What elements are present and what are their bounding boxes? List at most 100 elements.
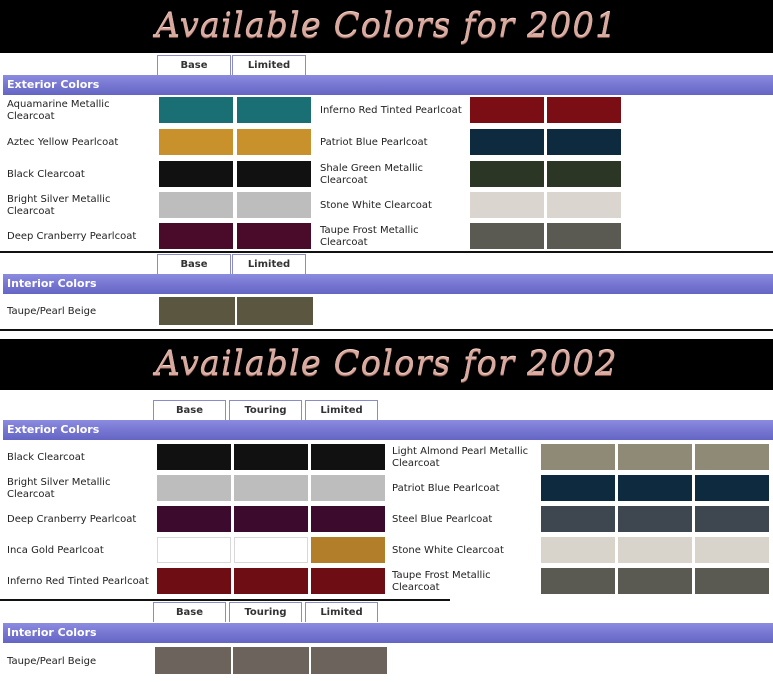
color-name: Inferno Red Tinted Pearlcoat [7,576,149,587]
tab-base-interior[interactable]: Base [153,602,226,622]
color-swatch[interactable] [311,475,385,501]
color-swatch[interactable] [311,506,385,532]
color-swatch[interactable] [470,129,544,155]
color-swatch[interactable] [470,161,544,187]
color-swatch[interactable] [157,537,231,563]
color-name-label: Black Clearcoat [7,445,155,471]
color-swatch[interactable] [234,475,308,501]
tab-base-interior[interactable]: Base [157,254,231,274]
color-swatch[interactable] [470,97,544,123]
color-swatch[interactable] [237,97,311,123]
color-name-label: Taupe Frost Metallic Clearcoat [392,569,540,595]
color-swatch[interactable] [237,192,311,218]
color-swatch[interactable] [157,506,231,532]
color-name-label: Aztec Yellow Pearlcoat [7,130,155,156]
color-swatch[interactable] [234,506,308,532]
tab-limited-interior[interactable]: Limited [305,602,378,622]
color-swatch[interactable] [311,537,385,563]
color-swatch[interactable] [541,444,615,470]
color-name: Patriot Blue Pearlcoat [392,483,500,494]
color-swatch[interactable] [541,568,615,594]
color-swatch[interactable] [159,97,233,123]
color-swatch[interactable] [695,506,769,532]
color-swatch[interactable] [541,537,615,563]
tab-touring[interactable]: Touring [229,400,302,420]
color-name: Stone White Clearcoat [320,200,432,211]
tab-base[interactable]: Base [153,400,226,420]
color-name: Deep Cranberry Pearlcoat [7,514,137,525]
color-swatch[interactable] [159,223,233,249]
color-swatch[interactable] [547,129,621,155]
color-swatch[interactable] [234,537,308,563]
color-swatch[interactable] [159,161,233,187]
color-name: Taupe/Pearl Beige [7,655,97,667]
color-swatch[interactable] [234,444,308,470]
color-swatch[interactable] [237,223,311,249]
color-name-label: Steel Blue Pearlcoat [392,507,540,533]
color-name: Taupe Frost Metallic Clearcoat [392,570,491,593]
color-swatch[interactable] [157,475,231,501]
tab-limited[interactable]: Limited [305,400,378,420]
color-name: Light Almond Pearl Metallic Clearcoat [392,446,529,469]
color-name: Taupe/Pearl Beige [7,306,97,317]
color-swatch[interactable] [618,537,692,563]
color-swatch[interactable] [237,297,313,325]
page-title: Available Colors for 2002 [155,344,618,384]
color-swatch[interactable] [155,647,231,674]
color-swatch[interactable] [618,568,692,594]
color-name: Taupe Frost Metallic Clearcoat [320,225,419,248]
color-name: Bright Silver Metallic Clearcoat [7,477,111,500]
color-swatch[interactable] [311,568,385,594]
color-swatch[interactable] [695,568,769,594]
color-name: Inca Gold Pearlcoat [7,545,104,556]
color-name: Deep Cranberry Pearlcoat [7,231,137,242]
color-swatch[interactable] [157,444,231,470]
color-swatch[interactable] [547,161,621,187]
color-swatch[interactable] [547,223,621,249]
tab-base[interactable]: Base [157,55,231,75]
color-name: Stone White Clearcoat [392,545,504,556]
page-title: Available Colors for 2001 [155,6,618,46]
color-swatch[interactable] [470,223,544,249]
tab-limited-interior[interactable]: Limited [232,254,306,274]
color-name-label: Bright Silver Metallic Clearcoat [7,193,155,219]
color-swatch[interactable] [618,475,692,501]
color-swatch[interactable] [237,129,311,155]
color-swatch[interactable] [311,647,387,674]
tab-touring-interior[interactable]: Touring [229,602,302,622]
color-name-label: Light Almond Pearl Metallic Clearcoat [392,445,540,471]
color-swatch[interactable] [237,161,311,187]
section-divider [0,599,450,601]
color-name-label: Bright Silver Metallic Clearcoat [7,476,155,502]
color-name-label: Patriot Blue Pearlcoat [320,130,468,156]
color-swatch[interactable] [547,192,621,218]
color-swatch[interactable] [695,475,769,501]
exterior-colors-header: Exterior Colors [3,75,773,95]
color-swatch[interactable] [311,444,385,470]
color-swatch[interactable] [159,297,235,325]
color-name-label: Inferno Red Tinted Pearlcoat [320,98,468,124]
color-swatch[interactable] [541,506,615,532]
tab-limited[interactable]: Limited [232,55,306,75]
color-swatch[interactable] [618,444,692,470]
color-name: Black Clearcoat [7,452,85,463]
color-name-label: Aquamarine Metallic Clearcoat [7,98,155,124]
color-name-label: Taupe/Pearl Beige [7,648,155,675]
color-name-label: Inca Gold Pearlcoat [7,538,155,564]
color-swatch[interactable] [159,192,233,218]
color-swatch[interactable] [695,537,769,563]
color-swatch[interactable] [159,129,233,155]
color-swatch[interactable] [695,444,769,470]
color-swatch[interactable] [541,475,615,501]
color-swatch[interactable] [234,568,308,594]
color-name-label: Patriot Blue Pearlcoat [392,476,540,502]
color-swatch[interactable] [157,568,231,594]
color-name: Steel Blue Pearlcoat [392,514,493,525]
color-swatch[interactable] [547,97,621,123]
color-swatch[interactable] [233,647,309,674]
color-swatch[interactable] [470,192,544,218]
interior-colors-header: Interior Colors [3,623,773,643]
color-swatch[interactable] [618,506,692,532]
color-name-label: Black Clearcoat [7,162,155,188]
color-name-label: Deep Cranberry Pearlcoat [7,224,155,250]
